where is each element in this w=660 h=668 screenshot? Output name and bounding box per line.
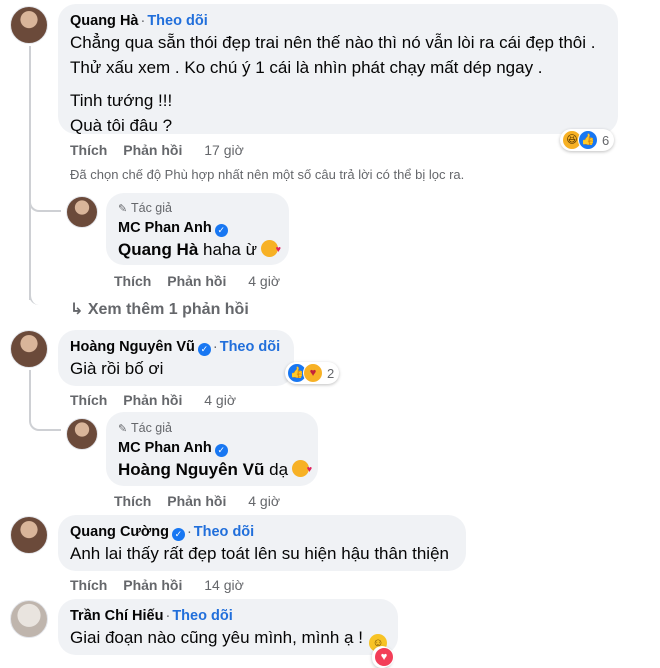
commenter-name[interactable]: Quang Cường [70,524,169,540]
timestamp[interactable]: 4 giờ [248,273,280,289]
like-reaction-icon: 👍 [578,130,598,150]
like-button[interactable]: Thích [114,493,151,509]
follow-button[interactable]: Theo dõi [147,13,207,29]
author-badge: ✎ Tác giả [118,201,172,215]
reply-arrow-icon: ↳ [70,301,84,318]
comment-header: Quang Cường ✓ · Theo dõi [70,523,454,541]
thread-line [29,46,31,300]
reply-button[interactable]: Phản hồi [167,493,226,509]
commenter-name[interactable]: Hoàng Nguyên Vũ [70,339,195,355]
smiling-face-with-hearts-icon [292,457,312,482]
thread-connector [29,405,61,431]
reply-text: Quang Hà haha ừ [118,237,281,262]
separator-dot: · [186,524,192,540]
comment-header: Trần Chí Hiếu · Theo dõi [70,607,386,625]
reply-button[interactable]: Phản hồi [167,273,226,289]
reply-bubble: ✎ Tác giả MC Phan Anh ✓ Hoàng Nguyên Vũ dạ [106,412,318,486]
follow-button[interactable]: Theo dõi [220,339,280,355]
comment-actions: Thích Phản hồi 4 giờ [70,392,236,408]
like-button[interactable]: Thích [114,273,151,289]
separator-dot: · [165,608,171,624]
reaction-count: 6 [602,132,610,148]
mention-link[interactable]: Quang Hà [118,240,198,259]
commenter-name[interactable]: Quang Hà [70,13,138,29]
reactions-summary[interactable]: 😆 👍 6 [560,129,615,151]
commenter-name[interactable]: Trần Chí Hiếu [70,608,163,624]
avatar[interactable] [10,330,48,368]
reply-actions: Thích Phản hồi 4 giờ [114,493,280,509]
avatar[interactable] [10,516,48,554]
replier-name[interactable]: MC Phan Anh [118,440,212,456]
like-button[interactable]: Thích [70,392,107,408]
timestamp[interactable]: 14 giờ [204,577,244,593]
comment-actions: Thích Phản hồi 14 giờ [70,577,244,593]
love-reaction-icon: ♥ [374,647,394,667]
care-reaction-icon: ♥ [303,363,323,383]
reply-actions: Thích Phản hồi 4 giờ [114,273,280,289]
comment-bubble: Trần Chí Hiếu · Theo dõi Giai đoạn nào cũn… [58,599,398,655]
comment-text: Già rồi bố ơi [70,359,164,378]
avatar[interactable] [66,196,98,228]
reaction-count: 2 [327,365,335,381]
timestamp[interactable]: 17 giờ [204,142,244,158]
reactions-summary[interactable]: 👍 ♥ 2 [285,362,340,384]
pen-icon: ✎ [118,203,128,215]
filter-note: Đã chọn chế độ Phù hợp nhất nên một số c… [70,167,465,182]
comment-bubble: Quang Cường ✓ · Theo dõi Anh lai thấy rất đ… [58,515,466,571]
verified-badge-icon: ✓ [197,343,211,356]
reply-header: MC Phan Anh ✓ [118,439,306,457]
reactions-summary[interactable]: ♥ [372,646,394,668]
follow-button[interactable]: Theo dõi [172,608,232,624]
reply-bubble: ✎ Tác giả MC Phan Anh ✓ Quang Hà haha ừ [106,193,289,265]
timestamp[interactable]: 4 giờ [204,392,236,408]
comment-bubble: Quang Hà · Theo dõi Chẳng qua sẵn thói đẹp… [58,4,618,135]
timestamp[interactable]: 4 giờ [248,493,280,509]
comment-text-line: Thử xấu xem . Ko chú ý 1 cái là nhìn phá… [70,58,543,77]
mention-link[interactable]: Hoàng Nguyên Vũ [118,460,264,479]
comment-text-line: Quà tôi đâu ? [70,116,173,135]
verified-badge-icon: ✓ [214,224,228,237]
thread-connector [29,186,61,212]
pen-icon: ✎ [118,423,128,435]
replier-name[interactable]: MC Phan Anh [118,220,212,236]
comment-header: Hoàng Nguyên Vũ ✓ · Theo dõi [70,338,282,356]
like-button[interactable]: Thích [70,142,107,158]
like-button[interactable]: Thích [70,577,107,593]
reply-button[interactable]: Phản hồi [123,142,182,158]
comment-text-line: Tinh tướng !!! [70,91,173,110]
comment-header: Quang Hà · Theo dõi [70,12,606,30]
verified-badge-icon: ✓ [171,528,185,541]
comment-actions: Thích Phản hồi 17 giờ [70,142,244,158]
reply-button[interactable]: Phản hồi [123,577,182,593]
reply-text: Hoàng Nguyên Vũ dạ [118,457,312,482]
view-more-replies-link[interactable]: ↳ Xem thêm 1 phản hồi [70,299,249,319]
separator-dot: · [212,339,218,355]
separator-dot: · [140,13,146,29]
verified-badge-icon: ✓ [214,444,228,457]
comment-bubble: Hoàng Nguyên Vũ ✓ · Theo dõi Già rồi bố ơi [58,330,294,386]
thread-line [29,370,31,410]
comment-text: Giai đoạn nào cũng yêu mình, mình ạ ! ☺ [70,625,387,652]
author-badge: ✎ Tác giả [118,421,172,435]
reply-header: MC Phan Anh ✓ [118,219,277,237]
smiling-face-with-hearts-icon [260,237,281,262]
comment-text-line: Chẳng qua sẵn thói đẹp trai nên thế nào … [70,33,596,52]
avatar[interactable] [10,600,48,638]
avatar[interactable] [66,418,98,450]
avatar[interactable] [10,6,48,44]
reply-button[interactable]: Phản hồi [123,392,182,408]
follow-button[interactable]: Theo dõi [194,524,254,540]
comment-text: Anh lai thấy rất đẹp toát lên su hiện hậ… [70,544,449,563]
thread-connector [29,285,65,305]
